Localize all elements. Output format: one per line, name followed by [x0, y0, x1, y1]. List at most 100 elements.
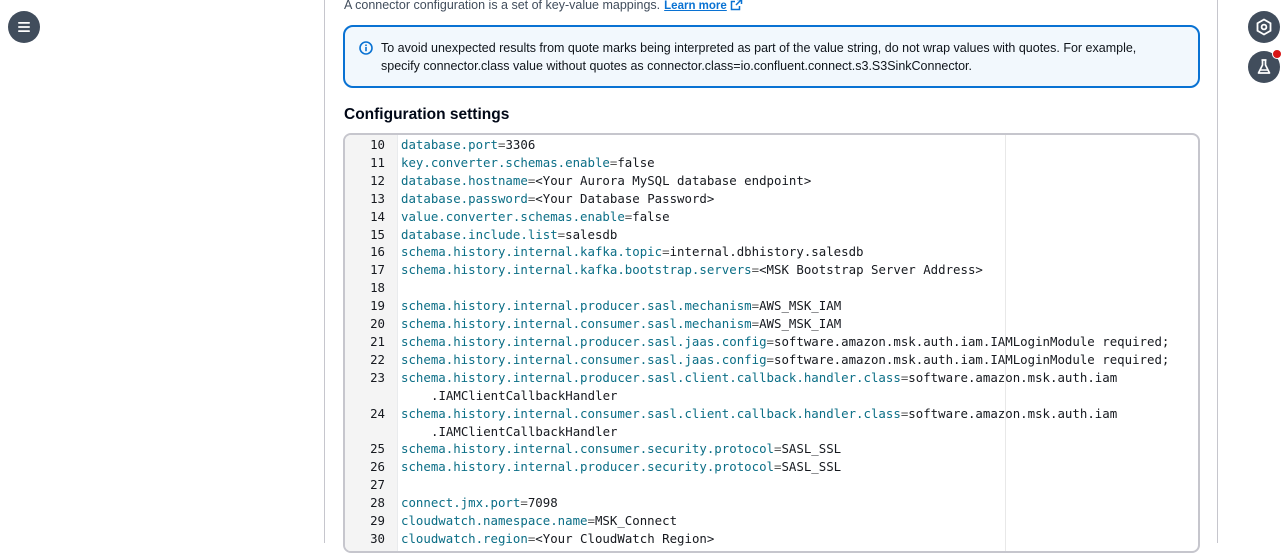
- experiments-rail-button[interactable]: [1248, 49, 1282, 83]
- config-value: MSK_Connect: [594, 513, 678, 529]
- config-key: schema.history.internal.producer.securit…: [401, 459, 774, 475]
- equals-sign: =: [751, 262, 760, 278]
- code-content: key.converter.schemas.enable=false: [399, 154, 655, 172]
- config-key: schema.history.internal.kafka.topic: [401, 244, 663, 260]
- code-line: 16 schema.history.internal.kafka.topic=in…: [345, 243, 1169, 261]
- config-key: schema.history.internal.producer.sasl.cl…: [401, 369, 901, 385]
- config-value: software.amazon.msk.auth.iam: [908, 369, 1118, 385]
- code-line: 14 value.converter.schemas.enable=false: [345, 208, 1169, 226]
- code-line-wrapped: .IAMClientCallbackHandler: [345, 387, 1169, 405]
- code-line: 15 database.include.list=salesdb: [345, 226, 1169, 244]
- code-content: schema.history.internal.consumer.sasl.ja…: [399, 351, 1169, 369]
- alert-message: To avoid unexpected results from quote m…: [381, 39, 1181, 75]
- config-value-continuation: .IAMClientCallbackHandler: [431, 387, 618, 403]
- equals-sign: =: [662, 244, 670, 260]
- equals-sign: =: [751, 298, 760, 314]
- config-value: <MSK Bootstrap Server Address>: [759, 262, 983, 278]
- hexagon-settings-icon: [1256, 18, 1272, 36]
- code-line: 27: [345, 476, 1169, 494]
- learn-more-label: Learn more: [664, 0, 727, 12]
- code-line-wrapped: .IAMClientCallbackHandler: [345, 423, 1169, 441]
- code-content: database.port=3306: [399, 136, 535, 154]
- code-line: 28 connect.jmx.port=7098: [345, 494, 1169, 512]
- line-number: 21: [370, 333, 385, 349]
- config-key: schema.history.internal.kafka.bootstrap.…: [401, 262, 752, 278]
- line-number: 10: [370, 137, 385, 152]
- code-line: 26 schema.history.internal.producer.secur…: [345, 458, 1169, 476]
- line-number: 27: [370, 477, 385, 493]
- config-key: database.include.list: [401, 226, 558, 242]
- line-number: 12: [370, 172, 385, 188]
- notification-badge: [1272, 49, 1282, 59]
- config-key: schema.history.internal.consumer.sasl.me…: [401, 316, 752, 332]
- config-key: cloudwatch.region: [401, 530, 528, 546]
- info-icon: [359, 41, 373, 55]
- code-content: schema.history.internal.kafka.bootstrap.…: [399, 261, 983, 279]
- config-value: software.amazon.msk.auth.iam.IAMLoginMod…: [774, 333, 1170, 349]
- code-content: cloudwatch.namespace.name=MSK_Connect: [399, 512, 677, 530]
- config-value: false: [617, 154, 655, 170]
- equals-sign: =: [587, 513, 595, 529]
- line-number-empty: [345, 387, 399, 405]
- config-key: cloudwatch.namespace.name: [401, 513, 588, 529]
- config-value: <Your Database Password>: [535, 190, 715, 206]
- config-key: database.port: [401, 137, 498, 152]
- line-number: 30: [370, 530, 385, 546]
- info-alert: To avoid unexpected results from quote m…: [343, 25, 1200, 88]
- configuration-description: A connector configuration is a set of ke…: [344, 0, 743, 12]
- hamburger-menu-icon: [18, 22, 30, 32]
- code-content: schema.history.internal.consumer.sasl.me…: [399, 315, 841, 333]
- config-key: schema.history.internal.consumer.sasl.cl…: [401, 405, 901, 421]
- line-number: 15: [370, 226, 385, 242]
- code-line: 21 schema.history.internal.producer.sasl.…: [345, 333, 1169, 351]
- line-number: 19: [370, 298, 385, 314]
- code-line: 20 schema.history.internal.consumer.sasl.…: [345, 315, 1169, 333]
- code-content: [399, 279, 401, 297]
- editor-lines: 10 database.port=3306 11 key.converter.sche…: [345, 136, 1169, 548]
- line-number: 23: [370, 369, 385, 385]
- code-content: database.hostname=<Your Aurora MySQL dat…: [399, 172, 811, 190]
- line-number: 29: [370, 513, 385, 529]
- line-number: 28: [370, 495, 385, 511]
- code-content: connect.jmx.port=7098: [399, 494, 558, 512]
- config-key: connect.jmx.port: [401, 495, 521, 511]
- configuration-code-editor[interactable]: 10 database.port=3306 11 key.converter.sche…: [343, 133, 1200, 553]
- code-content: schema.history.internal.kafka.topic=inte…: [399, 243, 864, 261]
- config-key: schema.history.internal.producer.sasl.ja…: [401, 333, 767, 349]
- alert-line-1: To avoid unexpected results from quote m…: [381, 41, 1137, 55]
- code-line: 11 key.converter.schemas.enable=false: [345, 154, 1169, 172]
- navigation-toggle-button[interactable]: [8, 11, 40, 43]
- config-key: database.hostname: [401, 172, 528, 188]
- config-key: value.converter.schemas.enable: [401, 208, 625, 224]
- line-number: 14: [370, 208, 385, 224]
- config-value: 3306: [505, 137, 536, 152]
- code-line: 13 database.password=<Your Database Passw…: [345, 190, 1169, 208]
- equals-sign: =: [520, 495, 528, 511]
- config-value: 7098: [527, 495, 558, 511]
- line-number: 26: [370, 459, 385, 475]
- main-content-panel: A connector configuration is a set of ke…: [324, 0, 1218, 553]
- settings-rail-button[interactable]: [1248, 11, 1280, 43]
- code-line: 23 schema.history.internal.producer.sasl.…: [345, 369, 1169, 387]
- code-line: 25 schema.history.internal.consumer.secur…: [345, 440, 1169, 458]
- code-content: schema.history.internal.producer.sasl.me…: [399, 297, 841, 315]
- code-line: 17 schema.history.internal.kafka.bootstra…: [345, 261, 1169, 279]
- code-content: [399, 476, 401, 494]
- code-content: schema.history.internal.producer.sasl.cl…: [399, 369, 1117, 387]
- config-key: schema.history.internal.consumer.securit…: [401, 441, 774, 457]
- line-number: 13: [370, 190, 385, 206]
- config-key: key.converter.schemas.enable: [401, 154, 610, 170]
- equals-sign: =: [766, 351, 774, 367]
- code-line: 12 database.hostname=<Your Aurora MySQL d…: [345, 172, 1169, 190]
- line-number: 11: [370, 154, 385, 170]
- code-line: 29 cloudwatch.namespace.name=MSK_Connect: [345, 512, 1169, 530]
- config-value: SASL_SSL: [781, 441, 842, 457]
- config-key: schema.history.internal.consumer.sasl.ja…: [401, 351, 767, 367]
- config-value: AWS_MSK_IAM: [759, 316, 842, 332]
- line-number: 17: [370, 262, 385, 278]
- config-value: software.amazon.msk.auth.iam: [908, 405, 1118, 421]
- learn-more-link[interactable]: Learn more: [664, 0, 743, 12]
- config-value: <Your Aurora MySQL database endpoint>: [535, 172, 812, 188]
- code-content: schema.history.internal.consumer.securit…: [399, 440, 841, 458]
- external-link-icon: [730, 0, 743, 11]
